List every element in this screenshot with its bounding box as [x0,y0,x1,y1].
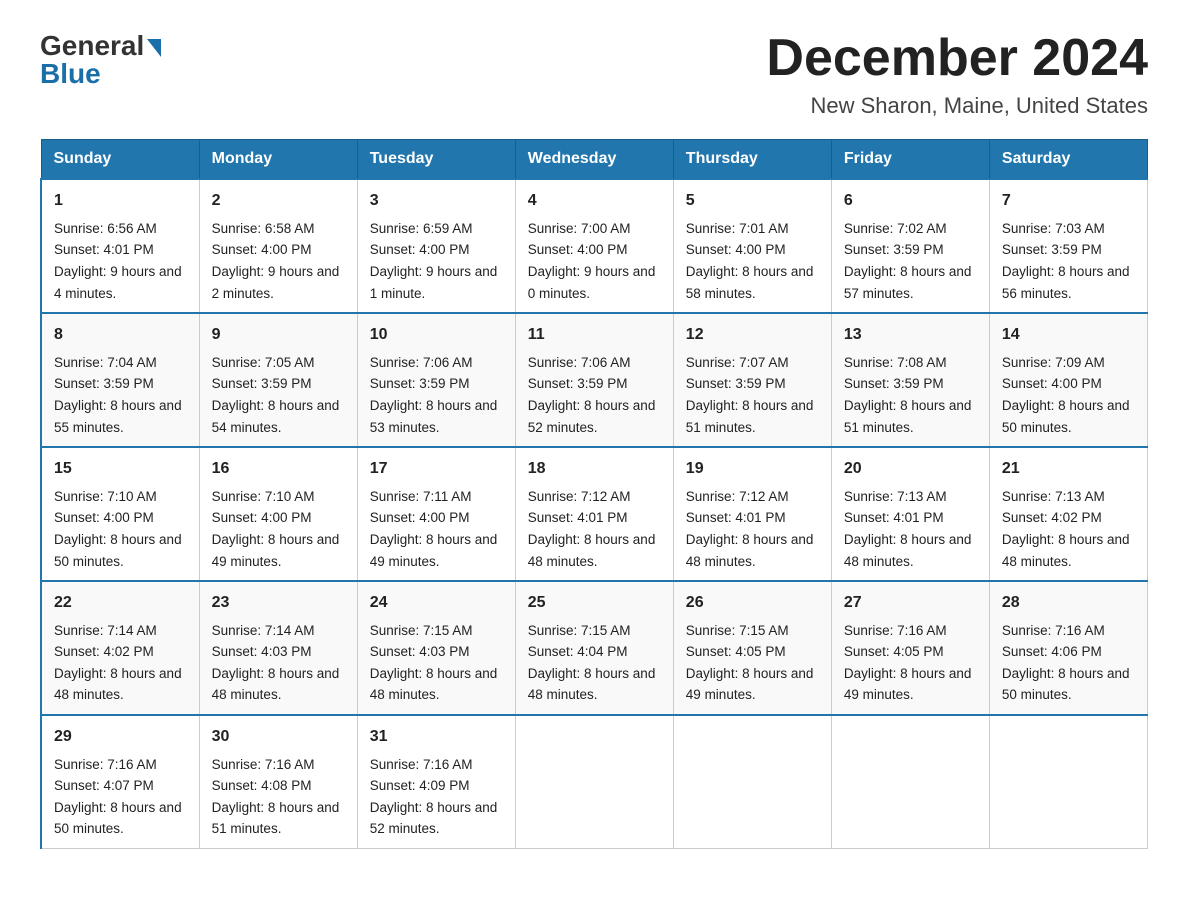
calendar-cell: 20Sunrise: 7:13 AMSunset: 4:01 PMDayligh… [831,447,989,581]
day-number: 21 [1002,456,1135,482]
month-title: December 2024 [766,30,1148,87]
day-number: 27 [844,590,977,616]
calendar-cell: 5Sunrise: 7:01 AMSunset: 4:00 PMDaylight… [673,179,831,313]
page-header: General Blue December 2024 New Sharon, M… [40,30,1148,119]
calendar-cell: 11Sunrise: 7:06 AMSunset: 3:59 PMDayligh… [515,313,673,447]
day-header-sunday: Sunday [41,140,199,180]
day-header-friday: Friday [831,140,989,180]
day-number: 11 [528,322,661,348]
logo: General Blue [40,30,161,90]
day-number: 20 [844,456,977,482]
day-number: 24 [370,590,503,616]
calendar-cell: 25Sunrise: 7:15 AMSunset: 4:04 PMDayligh… [515,581,673,715]
day-number: 15 [54,456,187,482]
calendar-cell: 22Sunrise: 7:14 AMSunset: 4:02 PMDayligh… [41,581,199,715]
title-block: December 2024 New Sharon, Maine, United … [766,30,1148,119]
day-number: 1 [54,188,187,214]
day-number: 16 [212,456,345,482]
calendar-week-row: 29Sunrise: 7:16 AMSunset: 4:07 PMDayligh… [41,715,1148,848]
calendar-cell: 16Sunrise: 7:10 AMSunset: 4:00 PMDayligh… [199,447,357,581]
logo-blue-text: Blue [40,58,161,90]
calendar-cell: 13Sunrise: 7:08 AMSunset: 3:59 PMDayligh… [831,313,989,447]
day-number: 10 [370,322,503,348]
day-header-thursday: Thursday [673,140,831,180]
day-number: 23 [212,590,345,616]
calendar-cell: 8Sunrise: 7:04 AMSunset: 3:59 PMDaylight… [41,313,199,447]
calendar-cell: 26Sunrise: 7:15 AMSunset: 4:05 PMDayligh… [673,581,831,715]
calendar-week-row: 22Sunrise: 7:14 AMSunset: 4:02 PMDayligh… [41,581,1148,715]
calendar-cell: 14Sunrise: 7:09 AMSunset: 4:00 PMDayligh… [989,313,1147,447]
day-number: 4 [528,188,661,214]
calendar-cell: 4Sunrise: 7:00 AMSunset: 4:00 PMDaylight… [515,179,673,313]
day-number: 2 [212,188,345,214]
calendar-cell: 9Sunrise: 7:05 AMSunset: 3:59 PMDaylight… [199,313,357,447]
calendar-cell: 17Sunrise: 7:11 AMSunset: 4:00 PMDayligh… [357,447,515,581]
calendar-cell: 7Sunrise: 7:03 AMSunset: 3:59 PMDaylight… [989,179,1147,313]
day-number: 25 [528,590,661,616]
day-header-monday: Monday [199,140,357,180]
calendar-cell: 27Sunrise: 7:16 AMSunset: 4:05 PMDayligh… [831,581,989,715]
day-number: 30 [212,724,345,750]
day-number: 18 [528,456,661,482]
day-header-saturday: Saturday [989,140,1147,180]
calendar-cell: 6Sunrise: 7:02 AMSunset: 3:59 PMDaylight… [831,179,989,313]
calendar-cell: 29Sunrise: 7:16 AMSunset: 4:07 PMDayligh… [41,715,199,848]
day-number: 19 [686,456,819,482]
calendar-cell: 3Sunrise: 6:59 AMSunset: 4:00 PMDaylight… [357,179,515,313]
day-number: 12 [686,322,819,348]
day-number: 5 [686,188,819,214]
calendar-cell: 30Sunrise: 7:16 AMSunset: 4:08 PMDayligh… [199,715,357,848]
calendar-week-row: 1Sunrise: 6:56 AMSunset: 4:01 PMDaylight… [41,179,1148,313]
calendar-cell: 1Sunrise: 6:56 AMSunset: 4:01 PMDaylight… [41,179,199,313]
day-number: 29 [54,724,187,750]
calendar-cell: 21Sunrise: 7:13 AMSunset: 4:02 PMDayligh… [989,447,1147,581]
day-number: 8 [54,322,187,348]
calendar-cell: 24Sunrise: 7:15 AMSunset: 4:03 PMDayligh… [357,581,515,715]
day-header-wednesday: Wednesday [515,140,673,180]
day-number: 7 [1002,188,1135,214]
calendar-cell [515,715,673,848]
calendar-cell: 15Sunrise: 7:10 AMSunset: 4:00 PMDayligh… [41,447,199,581]
day-number: 13 [844,322,977,348]
day-number: 22 [54,590,187,616]
calendar-cell: 10Sunrise: 7:06 AMSunset: 3:59 PMDayligh… [357,313,515,447]
calendar-cell: 23Sunrise: 7:14 AMSunset: 4:03 PMDayligh… [199,581,357,715]
calendar-cell: 18Sunrise: 7:12 AMSunset: 4:01 PMDayligh… [515,447,673,581]
calendar-week-row: 15Sunrise: 7:10 AMSunset: 4:00 PMDayligh… [41,447,1148,581]
logo-arrow-icon [147,39,161,57]
calendar-week-row: 8Sunrise: 7:04 AMSunset: 3:59 PMDaylight… [41,313,1148,447]
day-number: 26 [686,590,819,616]
calendar-table: SundayMondayTuesdayWednesdayThursdayFrid… [40,139,1148,849]
day-number: 28 [1002,590,1135,616]
day-number: 3 [370,188,503,214]
day-number: 17 [370,456,503,482]
calendar-cell [831,715,989,848]
day-number: 6 [844,188,977,214]
location-title: New Sharon, Maine, United States [766,93,1148,119]
calendar-cell: 12Sunrise: 7:07 AMSunset: 3:59 PMDayligh… [673,313,831,447]
calendar-header-row: SundayMondayTuesdayWednesdayThursdayFrid… [41,140,1148,180]
calendar-cell [989,715,1147,848]
calendar-cell [673,715,831,848]
day-number: 9 [212,322,345,348]
calendar-cell: 2Sunrise: 6:58 AMSunset: 4:00 PMDaylight… [199,179,357,313]
day-number: 31 [370,724,503,750]
calendar-cell: 19Sunrise: 7:12 AMSunset: 4:01 PMDayligh… [673,447,831,581]
day-header-tuesday: Tuesday [357,140,515,180]
calendar-cell: 28Sunrise: 7:16 AMSunset: 4:06 PMDayligh… [989,581,1147,715]
day-number: 14 [1002,322,1135,348]
calendar-cell: 31Sunrise: 7:16 AMSunset: 4:09 PMDayligh… [357,715,515,848]
